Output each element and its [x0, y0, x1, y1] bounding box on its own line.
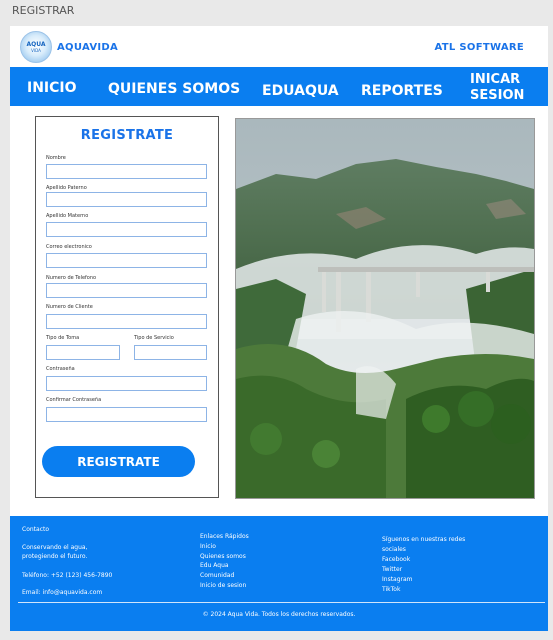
- form-title: REGISTRATE: [80, 128, 174, 143]
- page: AQUA VIDA AQUAVIDA ATL SOFTWARE INICIO Q…: [10, 26, 548, 631]
- nav-quienes-somos[interactable]: QUIENES SOMOS: [108, 81, 240, 97]
- company-name: ATL SOFTWARE: [434, 42, 524, 53]
- footer-social-tiktok[interactable]: TikTok: [382, 586, 400, 594]
- apellido-paterno-input[interactable]: [46, 192, 207, 207]
- confirm-password-input[interactable]: [46, 407, 207, 422]
- landscape-photo: [235, 118, 535, 499]
- telefono-input[interactable]: [46, 283, 207, 298]
- nav-reportes[interactable]: REPORTES: [361, 83, 443, 99]
- logo-subtext: VIDA: [31, 47, 41, 53]
- main-nav: INICIO QUIENES SOMOS EDUAQUA REPORTES IN…: [10, 67, 548, 106]
- logo[interactable]: AQUA VIDA: [20, 31, 52, 63]
- nombre-input[interactable]: [46, 164, 207, 179]
- footer-link-comunidad[interactable]: Comunidad: [200, 572, 234, 580]
- label-correo: Correo electronico: [46, 244, 92, 250]
- apellido-materno-input[interactable]: [46, 222, 207, 237]
- footer-links-title: Enlaces Rápidos: [200, 533, 249, 540]
- nav-eduaqua[interactable]: EDUAQUA: [262, 83, 339, 99]
- tipo-servicio-input[interactable]: [134, 345, 207, 360]
- label-apellido-materno: Apellido Materno: [46, 213, 89, 219]
- footer-link-inicio-sesion[interactable]: Inicio de sesion: [200, 582, 246, 590]
- password-input[interactable]: [46, 376, 207, 391]
- brand-name: AQUAVIDA: [57, 42, 119, 53]
- label-tipo-toma: Tipo de Toma: [46, 335, 80, 341]
- label-nombre: Nombre: [46, 155, 66, 161]
- label-confirmar: Confirmar Contraseña: [46, 397, 102, 403]
- nav-iniciar-sesion[interactable]: INICAR SESION: [470, 72, 524, 104]
- correo-input[interactable]: [46, 253, 207, 268]
- label-contrasena: Contraseña: [46, 366, 75, 372]
- registration-form: REGISTRATE Nombre Apellido Paterno Apell…: [35, 116, 219, 498]
- footer-link-inicio[interactable]: Inicio: [200, 543, 216, 551]
- nav-inicio[interactable]: INICIO: [27, 80, 77, 96]
- footer-social-instagram[interactable]: Instagram: [382, 576, 413, 584]
- cliente-input[interactable]: [46, 314, 207, 329]
- footer: Contacto Conservando el agua, protegiend…: [10, 516, 548, 631]
- label-cliente: Numero de Cliente: [46, 304, 93, 310]
- footer-social-twitter[interactable]: Twitter: [382, 566, 402, 574]
- footer-social-title-1: Síguenos en nuestras redes: [382, 536, 466, 543]
- label-telefono: Numero de Telefono: [46, 275, 97, 281]
- footer-link-eduaqua[interactable]: Edu Aqua: [200, 562, 229, 570]
- footer-contact-title: Contacto: [22, 526, 50, 533]
- footer-slogan-2: protegiendo el futuro.: [22, 553, 88, 560]
- label-tipo-servicio: Tipo de Servicio: [134, 335, 174, 341]
- label-apellido-paterno: Apellido Paterno: [46, 185, 87, 191]
- footer-social-facebook[interactable]: Facebook: [382, 556, 410, 564]
- header: AQUA VIDA AQUAVIDA ATL SOFTWARE: [10, 26, 548, 66]
- window-title: REGISTRAR: [12, 4, 75, 17]
- tipo-toma-input[interactable]: [46, 345, 120, 360]
- bridge-landscape-image: [236, 119, 534, 498]
- footer-slogan-1: Conservando el agua,: [22, 544, 88, 551]
- footer-email[interactable]: Email: info@aquavida.com: [22, 589, 102, 597]
- footer-link-quienes[interactable]: Quienes somos: [200, 553, 246, 561]
- register-button[interactable]: REGISTRATE: [42, 446, 195, 477]
- footer-copyright: © 2024 Aqua Vida. Todos los derechos res…: [202, 611, 356, 618]
- footer-social-title-2: sociales: [382, 546, 406, 553]
- footer-divider: [18, 602, 545, 603]
- footer-phone: Teléfono: +52 (123) 456-7890: [22, 572, 113, 579]
